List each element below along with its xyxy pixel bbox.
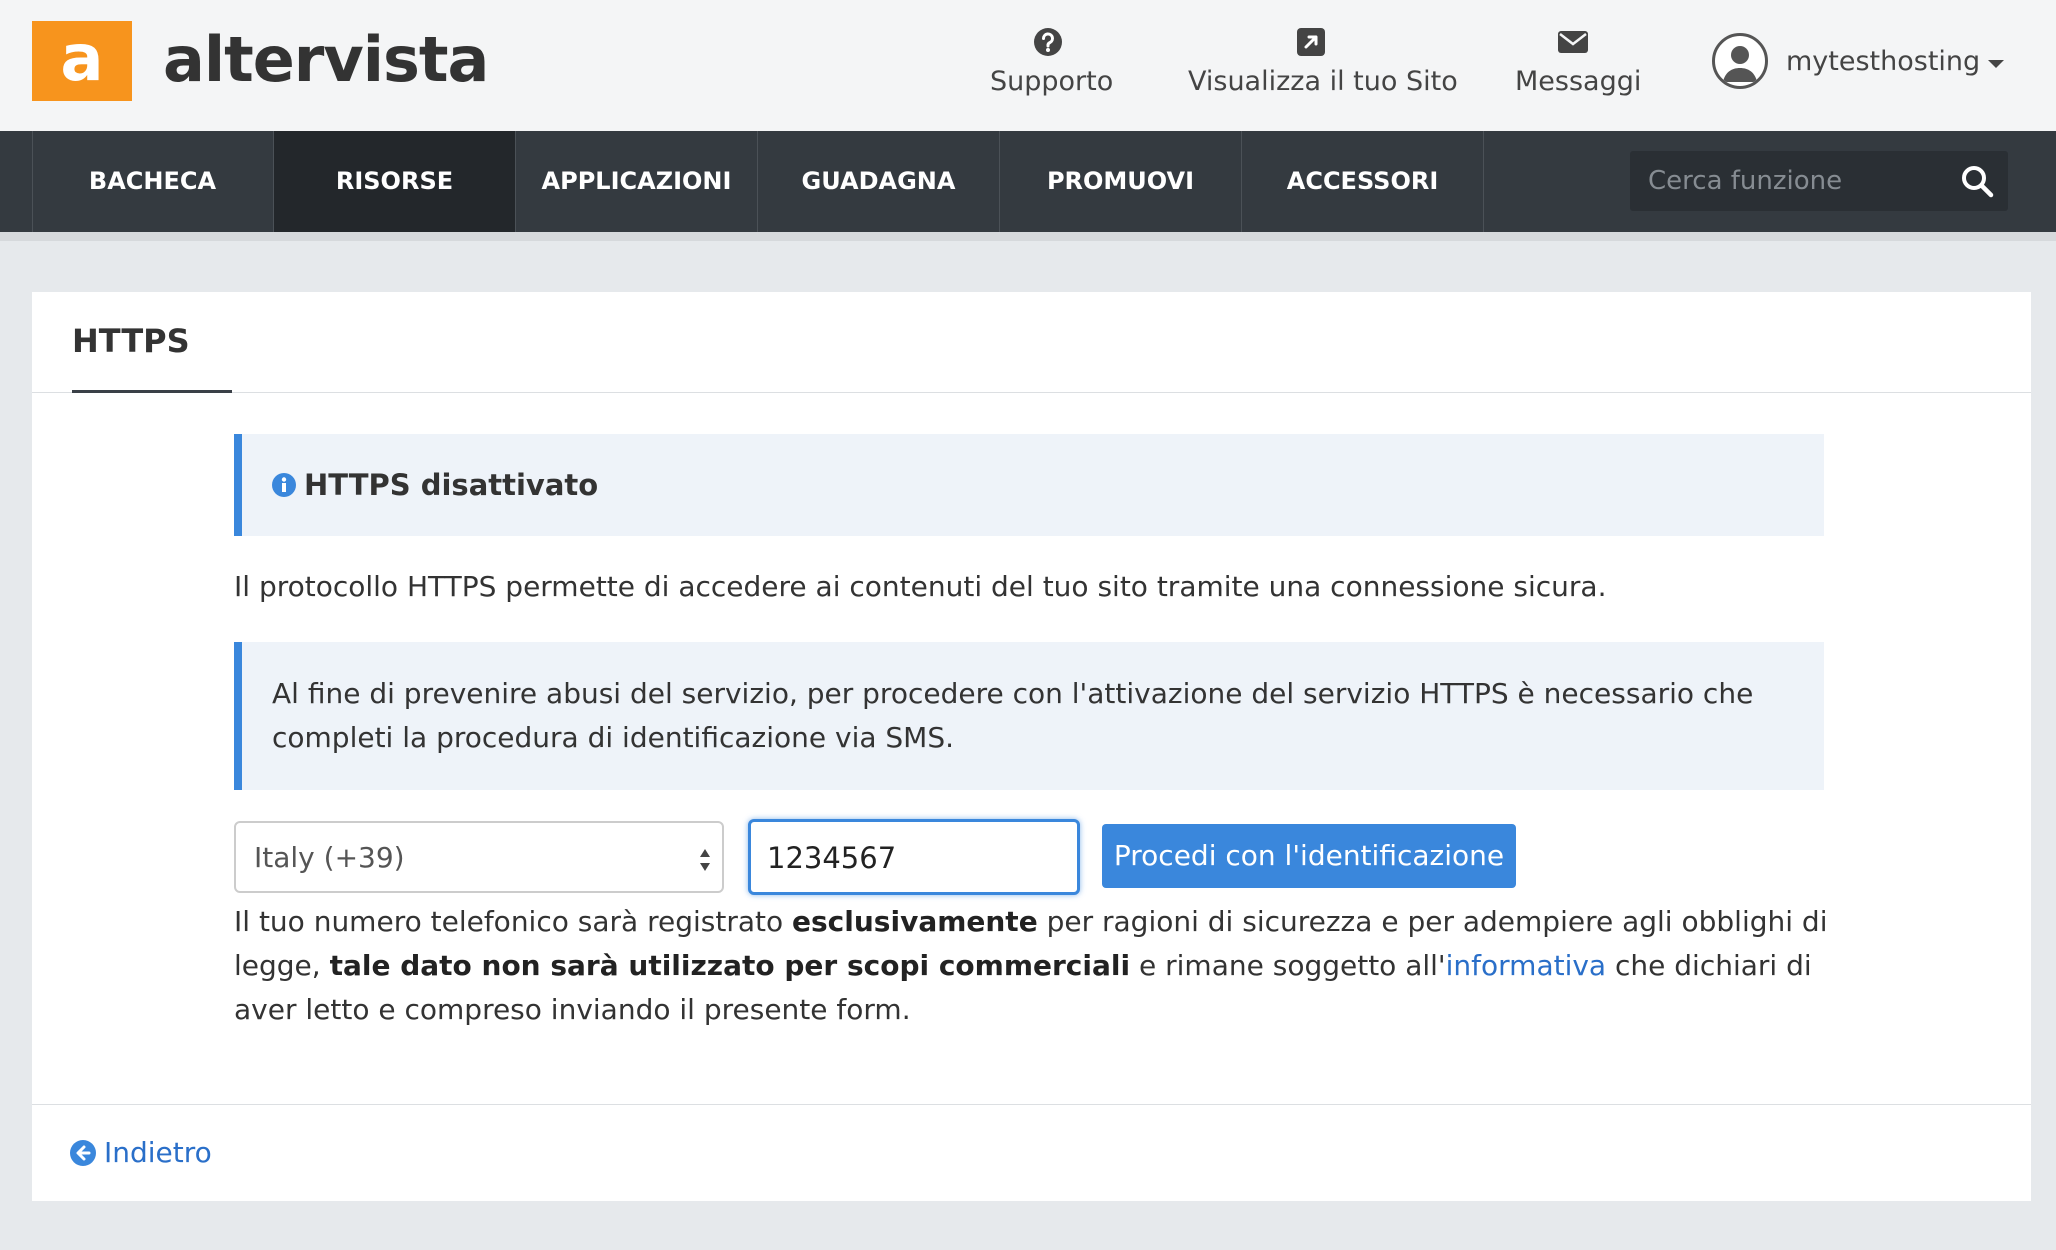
- chevron-down-icon: [1988, 60, 2005, 68]
- view-site-label: Visualizza il tuo Sito: [1188, 66, 1458, 97]
- https-description: Il protocollo HTTPS permette di accedere…: [234, 570, 1607, 603]
- phone-field: [748, 819, 1080, 895]
- nav-shadow: [0, 232, 2056, 241]
- arrow-circle-left-icon: [70, 1139, 96, 1166]
- privacy-policy-link[interactable]: informativa: [1446, 949, 1606, 982]
- legal-bold-1: esclusivamente: [792, 905, 1038, 938]
- search-box: [1630, 151, 2008, 211]
- support-link[interactable]: Supporto: [990, 26, 1113, 97]
- avatar-icon: [1712, 33, 1768, 89]
- back-link[interactable]: Indietro: [70, 1136, 212, 1169]
- country-select[interactable]: Italy (+39): [234, 821, 724, 893]
- status-alert: HTTPS disattivato: [234, 434, 1824, 536]
- nav-item-guadagna[interactable]: GUADAGNA: [758, 131, 1000, 232]
- back-label: Indietro: [104, 1136, 212, 1169]
- legal-text-3: e rimane soggetto all': [1130, 949, 1446, 982]
- messages-link[interactable]: Messaggi: [1515, 26, 1641, 97]
- title-divider: [32, 392, 2031, 393]
- phone-input[interactable]: [765, 822, 1069, 894]
- main-panel: HTTPS HTTPS disattivato Il protocollo HT…: [32, 292, 2031, 1201]
- envelope-icon: [1558, 31, 1588, 53]
- nav-item-bacheca[interactable]: BACHECA: [32, 131, 274, 232]
- nav-item-promuovi[interactable]: PROMUOVI: [1000, 131, 1242, 232]
- nav-item-risorse[interactable]: RISORSE: [274, 131, 516, 232]
- submit-identification-button[interactable]: Procedi con l'identificazione: [1102, 824, 1516, 888]
- footer-divider: [32, 1104, 2031, 1105]
- support-label: Supporto: [990, 66, 1114, 97]
- status-alert-text: HTTPS disattivato: [304, 468, 599, 502]
- info-circle-icon: [272, 473, 296, 497]
- page-title: HTTPS: [72, 322, 190, 360]
- nav-item-accessori[interactable]: ACCESSORI: [1242, 131, 1484, 232]
- user-menu[interactable]: mytesthosting: [1712, 32, 2005, 90]
- country-select-value: Italy (+39): [254, 841, 405, 874]
- sms-notice-text: Al fine di prevenire abusi del servizio,…: [272, 677, 1754, 754]
- username: mytesthosting: [1786, 45, 1981, 77]
- legal-text-1: Il tuo numero telefonico sarà registrato: [234, 905, 793, 938]
- select-arrows-icon: [700, 849, 710, 871]
- sms-notice-alert: Al fine di prevenire abusi del servizio,…: [234, 642, 1824, 790]
- title-underline: [72, 390, 232, 393]
- logo-icon[interactable]: a: [32, 21, 132, 101]
- question-circle-icon: [1034, 28, 1062, 56]
- view-site-link[interactable]: Visualizza il tuo Sito: [1188, 26, 1458, 97]
- nav-item-applicazioni[interactable]: APPLICAZIONI: [516, 131, 758, 232]
- messages-label: Messaggi: [1515, 66, 1642, 97]
- top-header: a altervista Supporto Visualizza il tuo …: [0, 0, 2056, 131]
- main-nav: BACHECA RISORSE APPLICAZIONI GUADAGNA PR…: [0, 131, 2056, 232]
- legal-bold-2: tale dato non sarà utilizzato per scopi …: [329, 949, 1131, 982]
- search-input[interactable]: [1630, 151, 1948, 211]
- legal-notice: Il tuo numero telefonico sarà registrato…: [234, 900, 1834, 1032]
- search-icon[interactable]: [1960, 164, 1994, 198]
- brand-name[interactable]: altervista: [163, 22, 489, 98]
- external-link-icon: [1297, 28, 1325, 56]
